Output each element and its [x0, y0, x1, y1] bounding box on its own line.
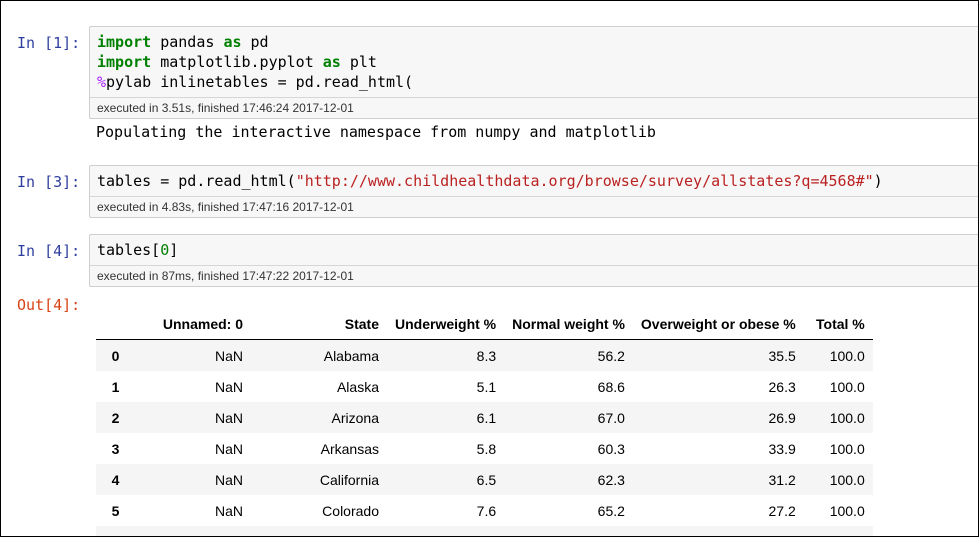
column-header: Overweight or obese % [632, 308, 804, 340]
cell-3-prompt: In [4]: [17, 242, 81, 260]
code-token: matplotlib.pyplot [151, 53, 323, 71]
table-body: 0 NaN Alabama 8.3 56.2 35.5 100.0 1 NaN Alaska 5.1… [96, 339, 873, 537]
output-prompt: Out[4]: [17, 296, 81, 314]
table-cell: Arizona [331, 409, 379, 426]
code-token: import [97, 33, 152, 51]
code-cell-1[interactable]: import pandas as pd import matplotlib.py… [89, 26, 978, 119]
table-row: 0 NaN Alabama 8.3 56.2 35.5 100.0 [96, 339, 873, 371]
table-cell: California [319, 471, 379, 488]
table-cell: 7.6 [476, 502, 497, 519]
code-token: tables[ [97, 241, 161, 259]
cell-1-stdout: Populating the interactive namespace fro… [96, 123, 656, 141]
table-cell: NaN [214, 378, 243, 395]
dataframe-table: Unnamed: 0 State Underweight % Normal we… [96, 308, 873, 537]
row-index: 1 [111, 378, 120, 395]
table-cell: 6.1 [476, 409, 497, 426]
code-token: pylab inlinetables = pd.read_html( [106, 73, 414, 91]
table-cell: 5.8 [476, 440, 497, 457]
table-row: 3 NaN Arkansas 5.8 60.3 33.9 100.0 [96, 433, 873, 464]
table-cell: 56.2 [597, 347, 625, 364]
cell-1-prompt: In [1]: [17, 34, 81, 52]
row-index: 4 [111, 471, 120, 488]
execution-info: executed in 3.51s, finished 17:46:24 201… [90, 97, 978, 118]
table-cell: 100.0 [829, 440, 865, 457]
code-token: pandas [151, 33, 224, 51]
table-cell: NaN [214, 347, 243, 364]
execution-info: executed in 87ms, finished 17:47:22 2017… [90, 265, 978, 286]
table-cell: Alabama [323, 347, 379, 364]
table-row: 6NaNConnecticut6.063.630.3100.0 [96, 526, 873, 537]
table-cell: NaN [214, 471, 243, 488]
table-cell: Connecticut [251, 526, 387, 537]
table-cell: 100.0 [804, 526, 873, 537]
code-editor[interactable]: import pandas as pd import matplotlib.py… [90, 27, 978, 97]
column-header: Underweight % [387, 308, 505, 340]
code-token: ] [169, 241, 179, 259]
table-cell: 31.2 [768, 471, 796, 488]
table-cell: Arkansas [320, 440, 379, 457]
table-row: 2 NaN Arizona 6.1 67.0 26.9 100.0 [96, 402, 873, 433]
table-cell: 5.1 [476, 378, 497, 395]
code-token: pd [241, 33, 269, 51]
table-cell: Alaska [336, 378, 379, 395]
column-header: Unnamed: 0 [135, 308, 251, 340]
row-index: 0 [111, 347, 120, 364]
table-cell: NaN [214, 409, 243, 426]
column-header: Normal weight % [504, 308, 633, 340]
table-cell: 67.0 [597, 409, 625, 426]
row-index: 6 [96, 526, 135, 537]
index-header [96, 308, 135, 340]
table-cell: NaN [214, 502, 243, 519]
row-index: 3 [111, 440, 120, 457]
row-index: 2 [111, 409, 120, 426]
code-token: ) [873, 172, 883, 190]
table-header-row: Unnamed: 0 State Underweight % Normal we… [96, 308, 873, 340]
table-row: 4 NaN California 6.5 62.3 31.2 100.0 [96, 464, 873, 495]
table-cell: 100.0 [829, 502, 865, 519]
table-cell: 8.3 [476, 347, 497, 364]
table-cell: 26.9 [768, 409, 796, 426]
table-cell: 6.5 [476, 471, 497, 488]
table-cell: 6.0 [387, 526, 504, 537]
table-cell: 26.3 [768, 378, 796, 395]
code-token: as [223, 33, 242, 51]
table-cell: 100.0 [829, 378, 865, 395]
table-cell: 30.3 [633, 526, 804, 537]
execution-info: executed in 4.83s, finished 17:47:16 201… [90, 196, 978, 217]
code-token: % [97, 73, 107, 91]
code-cell-2[interactable]: tables = pd.read_html("http://www.childh… [89, 165, 978, 218]
code-token: as [322, 53, 341, 71]
table-cell: 100.0 [829, 409, 865, 426]
cell-2-prompt: In [3]: [17, 173, 81, 191]
table-row: 1 NaN Alaska 5.1 68.6 26.3 100.0 [96, 371, 873, 402]
table-cell: 33.9 [768, 440, 796, 457]
table-cell: 27.2 [768, 502, 796, 519]
table-cell: NaN [135, 526, 251, 537]
code-token: import [97, 53, 152, 71]
code-cell-3[interactable]: tables[0] executed in 87ms, finished 17:… [89, 234, 978, 287]
table-cell: 62.3 [597, 471, 625, 488]
column-header: State [251, 308, 387, 340]
table-cell: 68.6 [597, 378, 625, 395]
table-cell: Colorado [322, 502, 379, 519]
code-token: plt [340, 53, 377, 71]
table-cell: 60.3 [597, 440, 625, 457]
table-cell: 100.0 [829, 471, 865, 488]
table-cell: 35.5 [768, 347, 796, 364]
table-cell: 100.0 [829, 347, 865, 364]
table-cell: NaN [214, 440, 243, 457]
table-cell: 63.6 [504, 526, 633, 537]
code-token: "http://www.childhealthdata.org/browse/s… [295, 172, 874, 190]
code-editor[interactable]: tables[0] [90, 235, 978, 265]
notebook-frame: In [1]: import pandas as pd import matpl… [0, 0, 979, 537]
code-token: 0 [160, 241, 170, 259]
row-index: 5 [111, 502, 120, 519]
code-token: tables = pd.read_html( [97, 172, 296, 190]
table-cell: 65.2 [597, 502, 625, 519]
table-row: 5 NaN Colorado 7.6 65.2 27.2 100.0 [96, 495, 873, 526]
column-header: Total % [803, 308, 873, 340]
code-editor[interactable]: tables = pd.read_html("http://www.childh… [90, 166, 978, 196]
